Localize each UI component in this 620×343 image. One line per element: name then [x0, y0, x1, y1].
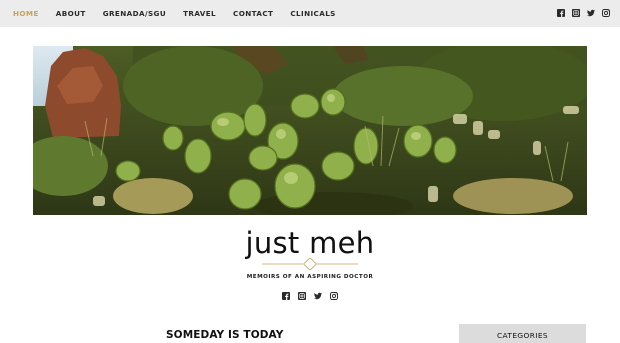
- instagram-icon[interactable]: [602, 9, 610, 17]
- site-tagline: MEMOIRS OF AN ASPIRING DOCTOR: [246, 274, 374, 280]
- instagram-icon[interactable]: [330, 292, 338, 300]
- nav-item-contact[interactable]: CONTACT: [233, 9, 273, 18]
- post-title[interactable]: SOMEDAY IS TODAY: [166, 329, 283, 341]
- instagram-icon[interactable]: [298, 292, 306, 300]
- sidebar-categories-header: CATEGORIES: [459, 324, 586, 343]
- facebook-icon[interactable]: [282, 292, 290, 300]
- header-social-links: [550, 9, 610, 17]
- main-nav: HOME ABOUT GRENADA/SGU TRAVEL CONTACT CL…: [13, 9, 353, 18]
- top-navigation-bar: HOME ABOUT GRENADA/SGU TRAVEL CONTACT CL…: [0, 0, 620, 27]
- nav-item-travel[interactable]: TRAVEL: [183, 9, 216, 18]
- twitter-icon[interactable]: [587, 9, 595, 17]
- nav-item-grenada-sgu[interactable]: GRENADA/SGU: [103, 9, 166, 18]
- facebook-icon[interactable]: [557, 9, 565, 17]
- header-social-links-center: [282, 292, 346, 300]
- title-divider-ornament: [262, 258, 358, 270]
- cactus-landscape-image: [33, 46, 587, 215]
- nav-item-clinicals[interactable]: CLINICALS: [290, 9, 335, 18]
- instagram-icon[interactable]: [572, 9, 580, 17]
- nav-item-about[interactable]: ABOUT: [56, 9, 86, 18]
- site-title[interactable]: just meh: [0, 225, 620, 261]
- nav-item-home[interactable]: HOME: [13, 9, 39, 18]
- twitter-icon[interactable]: [314, 292, 322, 300]
- hero-image: [33, 46, 587, 215]
